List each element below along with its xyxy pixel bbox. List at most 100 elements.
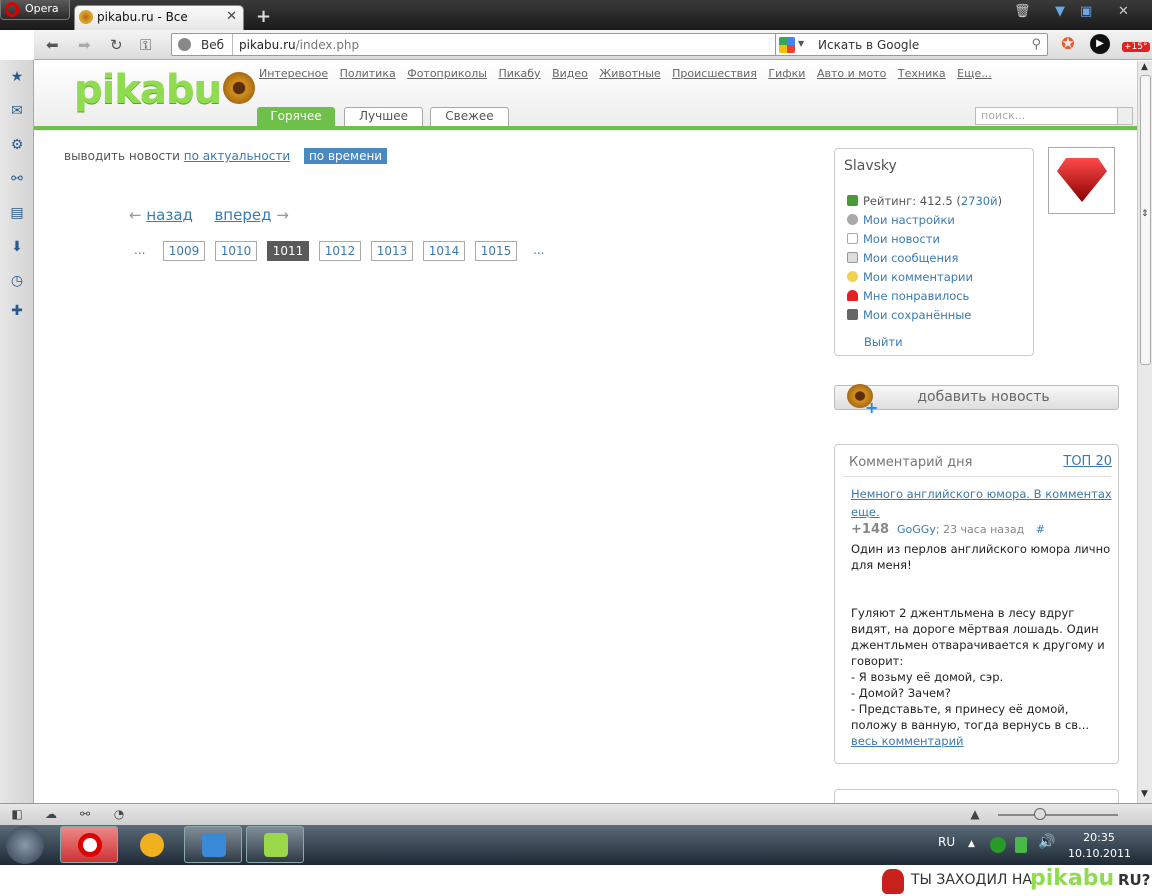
nav-link[interactable]: Видео	[552, 67, 588, 80]
pager-ellipsis[interactable]: ...	[134, 243, 145, 257]
taskbar-aimp[interactable]	[122, 826, 180, 863]
my-messages-link[interactable]: Мои сообщения	[847, 251, 958, 265]
scroll-down-icon[interactable]: ▼	[1141, 789, 1148, 799]
top20-link[interactable]: ТОП 20	[1063, 454, 1112, 469]
nav-link[interactable]: Гифки	[768, 67, 805, 80]
nav-link[interactable]: Пикабу	[498, 67, 540, 80]
close-tab-icon[interactable]: ✕	[226, 6, 237, 28]
username[interactable]: Slavsky	[844, 158, 897, 174]
post-link[interactable]: Немного английского юмора. В комментах е…	[851, 485, 1113, 521]
nav-link[interactable]: Еще...	[957, 67, 992, 80]
page-link[interactable]: 1014	[423, 241, 465, 261]
nav-link[interactable]: Техника	[898, 67, 946, 80]
comment-line: - Домой? Зачем?	[851, 686, 951, 700]
my-comments-link[interactable]: Мои комментарии	[847, 270, 973, 284]
trash-icon[interactable]: 🗑	[1014, 4, 1031, 19]
nav-link[interactable]: Животные	[599, 67, 660, 80]
logout-link[interactable]: Выйти	[864, 335, 903, 349]
reload-icon[interactable]: ↻	[110, 36, 123, 54]
avatar[interactable]	[1048, 147, 1115, 214]
address-toolbar: ⬅ ➡ ↻ ⚿ Веб pikabu.ru/index.php ▼ Искать…	[34, 30, 1152, 60]
tab-best[interactable]: Лучшее	[344, 107, 423, 126]
zoom-up-icon[interactable]: ▲	[968, 807, 982, 821]
key-icon[interactable]: ⚿	[140, 36, 151, 54]
tray-app-icon[interactable]	[1015, 837, 1027, 853]
my-news-link[interactable]: Мои новости	[847, 232, 940, 246]
back-link[interactable]: назад	[146, 206, 193, 224]
utorrent-tray-icon[interactable]	[990, 837, 1006, 853]
gear-icon[interactable]: ⚙	[9, 137, 25, 153]
downloads-icon[interactable]: ⬇	[9, 239, 25, 255]
unite-icon[interactable]: ⚯	[9, 171, 25, 187]
history-clock-icon[interactable]: ◷	[9, 273, 25, 289]
full-comment-link[interactable]: весь комментарий	[851, 734, 964, 748]
forward-link[interactable]: вперед	[214, 206, 271, 224]
search-icon[interactable]: ⚲	[1031, 37, 1041, 52]
sort-by-time-selected[interactable]: по времени	[303, 148, 388, 164]
scroll-thumb[interactable]	[1140, 75, 1151, 365]
close-window-icon[interactable]: ✕	[1118, 4, 1129, 19]
page-link[interactable]: 1013	[371, 241, 413, 261]
chevron-down-icon[interactable]: ▼	[798, 39, 804, 48]
tab-fresh[interactable]: Свежее	[430, 107, 509, 126]
site-header: pikabu Интересное Политика Фотоприколы П…	[34, 61, 1137, 131]
add-news-button[interactable]: + добавить новость	[834, 384, 1119, 417]
opera-menu-button[interactable]: Opera	[0, 0, 70, 20]
search-submit-icon[interactable]	[1117, 107, 1133, 125]
liked-link[interactable]: Мне понравилось	[847, 289, 969, 303]
scroll-up-icon[interactable]: ▲	[1141, 62, 1148, 72]
restore-icon[interactable]: ▣	[1080, 4, 1092, 19]
speedometer-icon[interactable]: ◔	[112, 807, 126, 821]
notes-icon[interactable]: ▤	[9, 205, 25, 221]
nav-link[interactable]: Авто и мото	[817, 67, 886, 80]
address-field[interactable]: Веб pikabu.ru/index.php	[171, 33, 804, 56]
language-indicator[interactable]: RU	[938, 835, 955, 849]
windows-start-icon[interactable]	[6, 826, 44, 864]
weather-badge[interactable]: +15°	[1122, 42, 1150, 52]
new-tab-icon[interactable]: +	[256, 6, 271, 27]
speed-dial-icon[interactable]: ✪	[1058, 34, 1078, 54]
page-link[interactable]: 1010	[215, 241, 257, 261]
browser-tab[interactable]: pikabu.ru - Все ✕	[74, 5, 244, 30]
taskbar-utorrent-like[interactable]	[246, 826, 304, 863]
panel-toggle-icon[interactable]: ◧	[10, 807, 24, 821]
nav-link[interactable]: Фотоприколы	[407, 67, 487, 80]
clock-date: 10.10.2011	[1068, 847, 1131, 860]
play-icon[interactable]: ▶	[1090, 34, 1110, 54]
minimize-icon[interactable]: ▼	[1055, 4, 1065, 19]
google-icon[interactable]	[779, 37, 795, 53]
cloud-icon[interactable]: ☁	[44, 807, 58, 821]
page-link[interactable]: 1015	[475, 241, 517, 261]
nav-link[interactable]: Политика	[340, 67, 396, 80]
page-link[interactable]: 1012	[319, 241, 361, 261]
tab-hot[interactable]: Горячее	[257, 107, 335, 126]
scroll-grip-icon: ⇕	[1141, 209, 1149, 219]
page-scrollbar[interactable]: ▲ ⇕ ▼	[1137, 61, 1152, 803]
saved-link[interactable]: Мои сохранённые	[847, 308, 971, 322]
nav-link[interactable]: Происшествия	[672, 67, 757, 80]
page-link[interactable]: 1009	[163, 241, 205, 261]
taskbar-app[interactable]	[184, 826, 242, 863]
forward-icon[interactable]: ➡	[78, 36, 91, 54]
bookmarks-star-icon[interactable]: ★	[9, 69, 25, 85]
rating-rank-link[interactable]: 2730й	[961, 194, 998, 208]
pager-ellipsis[interactable]: ...	[533, 243, 544, 257]
zoom-slider[interactable]	[998, 814, 1118, 816]
zoom-slider-knob[interactable]	[1034, 808, 1046, 820]
settings-link[interactable]: Мои настройки	[847, 213, 955, 227]
nav-link[interactable]: Интересное	[259, 67, 328, 80]
volume-icon[interactable]: 🔊	[1038, 834, 1055, 850]
permalink[interactable]: #	[1036, 523, 1045, 536]
tray-expand-icon[interactable]: ▲	[968, 839, 975, 849]
taskbar-opera[interactable]	[60, 826, 118, 863]
unite-share-icon[interactable]: ⚯	[78, 807, 92, 821]
add-panel-icon[interactable]: ✚	[9, 303, 25, 319]
back-icon[interactable]: ⬅	[46, 36, 59, 54]
site-search-input[interactable]: поиск...	[975, 107, 1133, 125]
google-search-field[interactable]: ▼ Искать в Google ⚲	[775, 33, 1048, 56]
author-link[interactable]: GoGGy	[897, 523, 936, 536]
site-logo[interactable]: pikabu	[74, 67, 256, 113]
sort-by-relevance-link[interactable]: по актуальности	[184, 149, 290, 163]
clock[interactable]: 20:35 10.10.2011	[1068, 830, 1131, 862]
mail-icon[interactable]: ✉	[9, 103, 25, 119]
